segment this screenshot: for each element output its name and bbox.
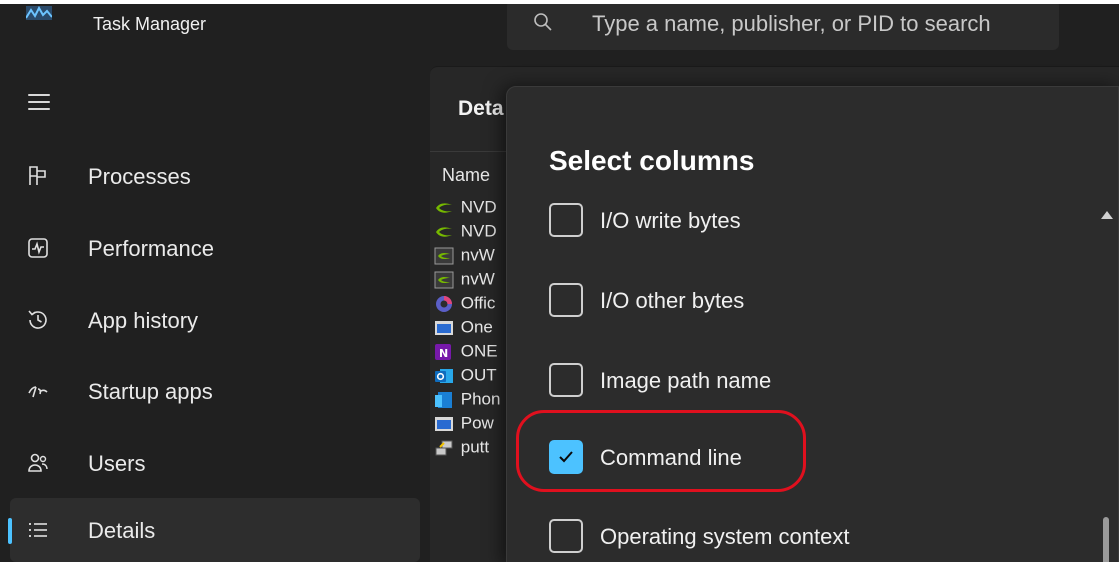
sidebar-item-label: Details xyxy=(88,518,156,543)
option-label: I/O other bytes xyxy=(600,288,745,313)
table-row[interactable]: Phon xyxy=(434,389,500,413)
checkbox[interactable] xyxy=(549,519,583,553)
sidebar-item-label: Users xyxy=(88,451,146,476)
active-indicator xyxy=(8,518,12,544)
table-row[interactable]: nvW xyxy=(434,245,495,269)
table-row[interactable]: nvW xyxy=(434,269,495,293)
phone-link-icon xyxy=(435,391,452,408)
sidebar-item-startup-apps[interactable]: Startup apps xyxy=(10,359,420,423)
option-label: Operating system context xyxy=(600,524,850,549)
page-title: Deta xyxy=(458,97,504,120)
table-row[interactable]: N ONE xyxy=(434,341,498,365)
sidebar-item-label: Performance xyxy=(88,236,214,261)
hamburger-icon[interactable] xyxy=(28,94,50,110)
app-window-icon xyxy=(435,416,453,431)
processes-grid-icon xyxy=(29,166,46,185)
dialog-title: Select columns xyxy=(549,145,755,176)
column-header-name[interactable]: Name xyxy=(442,165,490,186)
sidebar-item-processes[interactable]: Processes xyxy=(10,144,420,208)
option-label: Image path name xyxy=(600,368,772,393)
checkbox[interactable] xyxy=(549,203,583,237)
search-input[interactable]: Type a name, publisher, or PID to search xyxy=(592,11,991,37)
task-manager-window: Task Manager Type a name, publisher, or … xyxy=(0,4,1119,562)
option-label: I/O write bytes xyxy=(600,208,741,233)
users-icon xyxy=(28,453,48,472)
checkbox[interactable] xyxy=(549,283,583,317)
search-box[interactable]: Type a name, publisher, or PID to search xyxy=(507,4,1059,50)
sidebar-item-label: Startup apps xyxy=(88,379,213,404)
sidebar-item-performance[interactable]: Performance xyxy=(10,216,420,280)
task-manager-chart-icon xyxy=(26,6,52,20)
putty-icon xyxy=(435,440,453,456)
outlook-icon xyxy=(435,368,453,383)
search-icon xyxy=(534,13,552,31)
startup-speedometer-icon xyxy=(28,386,48,398)
sidebar-item-details[interactable]: Details xyxy=(8,498,420,562)
checkbox[interactable] xyxy=(549,363,583,397)
svg-text:N: N xyxy=(439,347,448,360)
nvidia-icon xyxy=(436,202,452,213)
office-icon xyxy=(436,295,452,312)
nvidia-icon xyxy=(436,226,452,237)
app-window-icon xyxy=(435,320,453,335)
table-row[interactable]: Offic xyxy=(434,293,495,317)
table-row[interactable]: NVD xyxy=(434,221,497,245)
nvidia-box-icon xyxy=(434,271,454,289)
sidebar-item-app-history[interactable]: App history xyxy=(10,288,420,352)
history-icon xyxy=(28,310,47,329)
sidebar-item-users[interactable]: Users xyxy=(10,431,420,495)
table-row[interactable]: Pow xyxy=(434,413,494,437)
table-row[interactable]: One xyxy=(434,317,493,341)
sidebar-item-label: App history xyxy=(88,308,199,333)
nvidia-box-icon xyxy=(434,247,454,265)
scrollbar-thumb[interactable] xyxy=(1103,517,1109,562)
table-row[interactable]: OUT xyxy=(434,365,497,389)
onenote-icon: N xyxy=(435,343,451,360)
table-row[interactable]: putt xyxy=(434,437,489,461)
window-title: Task Manager xyxy=(93,14,207,34)
table-row[interactable]: NVD xyxy=(434,197,497,221)
sidebar-item-label: Processes xyxy=(88,164,191,189)
scroll-up-arrow-icon[interactable] xyxy=(1101,211,1113,219)
details-list-icon xyxy=(29,523,47,537)
performance-pulse-icon xyxy=(28,238,48,258)
highlight-annotation xyxy=(516,410,806,492)
